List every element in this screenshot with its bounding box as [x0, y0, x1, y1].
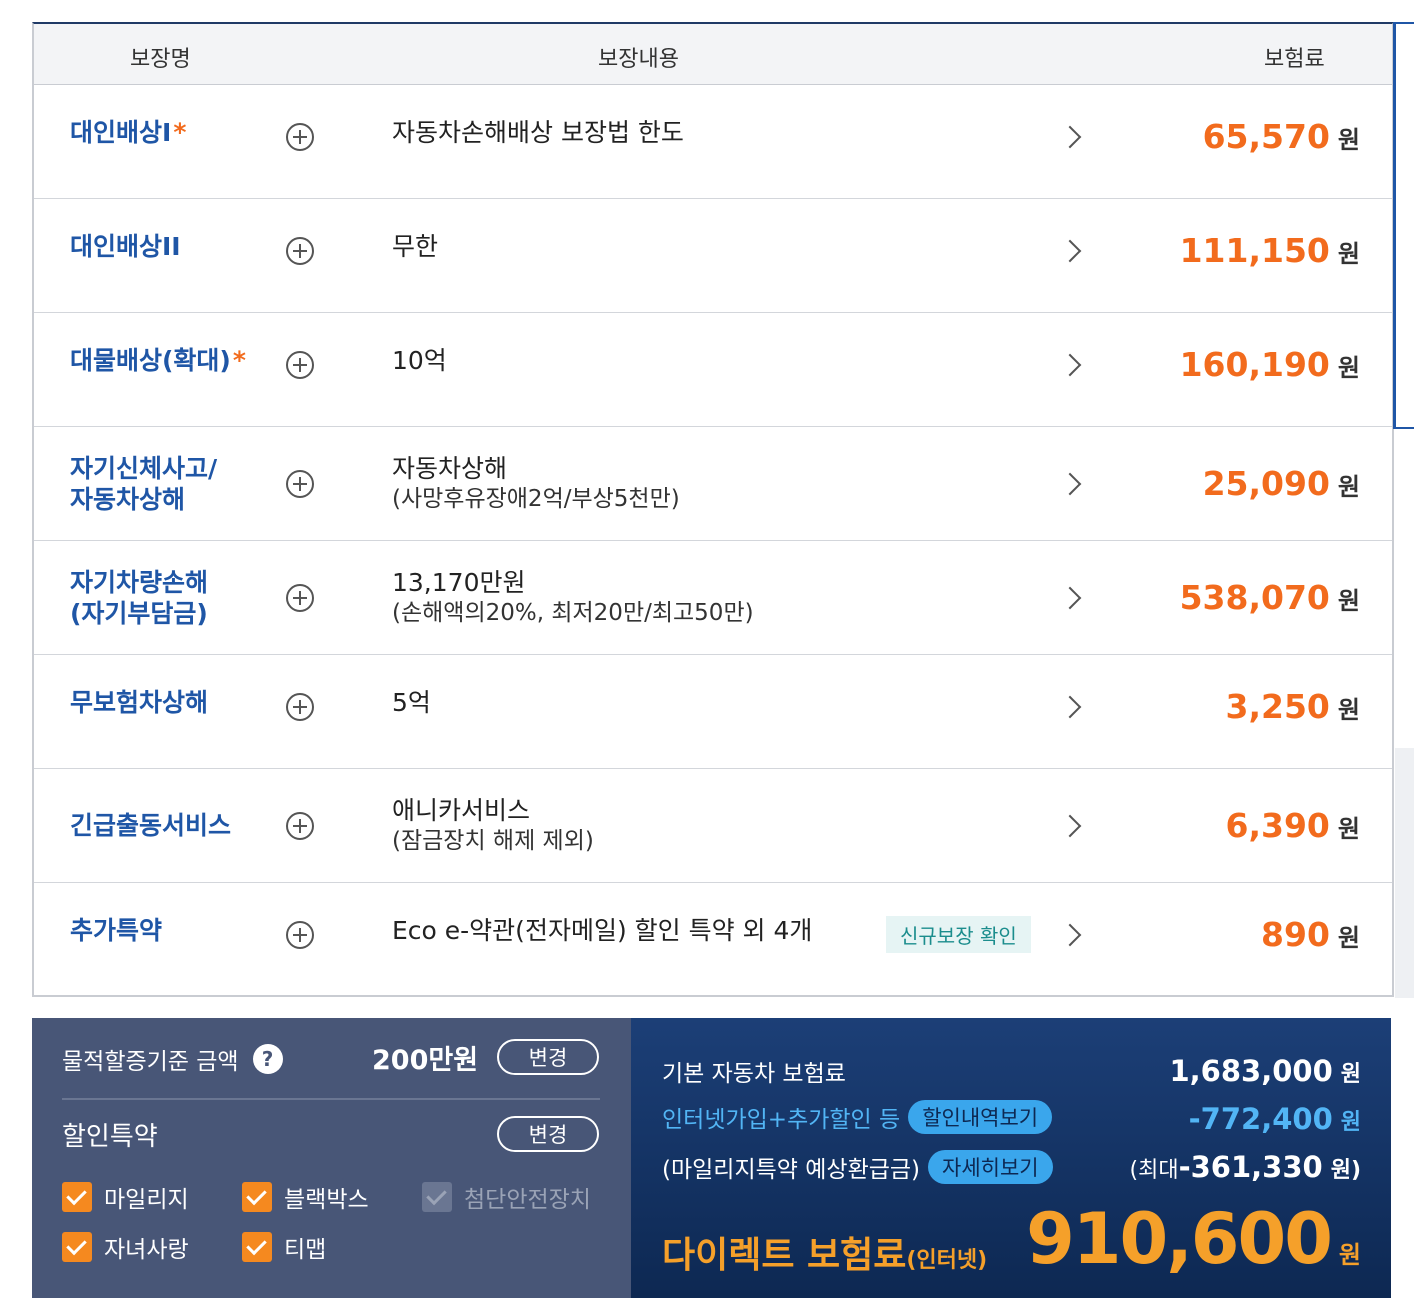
premium-amount: 890 원	[1261, 915, 1360, 954]
discount-change-button[interactable]: 변경	[497, 1116, 599, 1152]
expand-plus-icon[interactable]	[286, 123, 314, 151]
chevron-right-icon[interactable]	[1058, 125, 1082, 149]
checkbox-tmap[interactable]: 티맵	[242, 1230, 326, 1264]
threshold-label: 물적할증기준 금액 ?	[62, 1042, 283, 1076]
expand-plus-icon[interactable]	[286, 812, 314, 840]
mileage-details-button[interactable]: 자세히보기	[928, 1150, 1053, 1184]
coverage-name[interactable]: 추가특약	[70, 883, 280, 997]
checkbox-blackbox[interactable]: 블랙박스	[242, 1180, 369, 1214]
header-coverage-content: 보장내용	[598, 47, 679, 72]
chevron-right-icon[interactable]	[1058, 586, 1082, 610]
premium-amount: 111,150 원	[1179, 231, 1360, 270]
checkbox-child-love[interactable]: 자녀사랑	[62, 1230, 189, 1264]
table-row[interactable]: 대인배상I * 자동차손해배상 보장법 한도 65,570 원	[34, 85, 1392, 199]
expand-plus-icon[interactable]	[286, 584, 314, 612]
table-row[interactable]: 자기신체사고/자동차상해 자동차상해 (사망후유장애2억/부상5천만) 25,09…	[34, 427, 1392, 541]
checkbox-checked-icon	[422, 1182, 452, 1212]
premium-amount: 6,390 원	[1225, 806, 1360, 845]
mileage-refund-label: (마일리지특약 예상환급금) 자세히보기	[662, 1150, 1053, 1184]
premium-summary-panel: 기본 자동차 보험료 1,683,000 원 인터넷가입+추가할인 등 할인내역보…	[631, 1018, 1391, 1298]
help-icon[interactable]: ?	[252, 1044, 283, 1074]
premium-amount: 25,090 원	[1202, 464, 1360, 503]
chevron-right-icon[interactable]	[1058, 923, 1082, 947]
base-premium-label: 기본 자동차 보험료	[662, 1061, 846, 1087]
checkbox-advanced-safety: 첨단안전장치	[422, 1180, 591, 1214]
header-premium: 보험료	[1264, 47, 1325, 72]
discount-title: 할인특약	[62, 1122, 158, 1152]
mileage-refund-value: (최대 -361,330 원)	[1129, 1150, 1362, 1184]
coverage-name[interactable]: 대인배상II	[70, 199, 280, 312]
coverage-name[interactable]: 무보험차상해	[70, 655, 280, 768]
expand-plus-icon[interactable]	[286, 470, 314, 498]
expand-plus-icon[interactable]	[286, 921, 314, 949]
divider	[62, 1098, 600, 1100]
table-row[interactable]: 대물배상(확대) * 10억 160,190 원	[34, 313, 1392, 427]
coverage-name[interactable]: 대물배상(확대) *	[70, 313, 280, 426]
table-header: 보장명 보장내용 보험료	[34, 24, 1392, 85]
chevron-right-icon[interactable]	[1058, 472, 1082, 496]
expand-plus-icon[interactable]	[286, 351, 314, 379]
header-coverage-name: 보장명	[130, 47, 191, 72]
coverage-content: 10억	[392, 346, 447, 375]
coverage-table: 보장명 보장내용 보험료 대인배상I * 자동차손해배상 보장법 한도 65,57…	[32, 22, 1394, 997]
table-row[interactable]: 긴급출동서비스 애니카서비스 (잠금장치 해제 제외) 6,390 원	[34, 769, 1392, 883]
expand-plus-icon[interactable]	[286, 693, 314, 721]
coverage-content: 13,170만원 (손해액의20%, 최저20만/최고50만)	[392, 567, 754, 626]
coverage-content: 애니카서비스 (잠금장치 해제 제외)	[392, 795, 594, 854]
side-tab-indicator	[1393, 22, 1414, 429]
checkbox-mileage[interactable]: 마일리지	[62, 1180, 189, 1214]
discount-label: 인터넷가입+추가할인 등 할인내역보기	[662, 1100, 1053, 1134]
threshold-change-button[interactable]: 변경	[497, 1039, 599, 1075]
coverage-content: 무한	[392, 232, 439, 261]
chevron-right-icon[interactable]	[1058, 239, 1082, 263]
base-premium-value: 1,683,000 원	[1169, 1054, 1361, 1088]
checkbox-checked-icon[interactable]	[62, 1182, 92, 1212]
coverage-content: 5억	[392, 688, 431, 717]
table-row[interactable]: 대인배상II 무한 111,150 원	[34, 199, 1392, 313]
table-row[interactable]: 무보험차상해 5억 3,250 원	[34, 655, 1392, 769]
coverage-content: Eco e-약관(전자메일) 할인 특약 외 4개	[392, 916, 813, 945]
coverage-name[interactable]: 긴급출동서비스	[70, 769, 280, 882]
new-coverage-badge[interactable]: 신규보장 확인	[886, 916, 1031, 953]
coverage-name[interactable]: 자기차량손해 (자기부담금)	[70, 541, 280, 654]
chevron-right-icon[interactable]	[1058, 695, 1082, 719]
coverage-name[interactable]: 대인배상I *	[70, 85, 280, 198]
chevron-right-icon[interactable]	[1058, 353, 1082, 377]
premium-amount: 538,070 원	[1179, 578, 1360, 617]
checkbox-checked-icon[interactable]	[62, 1232, 92, 1262]
premium-amount: 65,570 원	[1202, 117, 1360, 156]
threshold-value: 200만원	[372, 1045, 479, 1076]
checkbox-checked-icon[interactable]	[242, 1232, 272, 1262]
side-scroll-track	[1395, 748, 1414, 998]
coverage-name[interactable]: 자기신체사고/자동차상해	[70, 427, 280, 540]
coverage-content: 자동차손해배상 보장법 한도	[392, 118, 684, 147]
premium-amount: 3,250 원	[1225, 687, 1360, 726]
chevron-right-icon[interactable]	[1058, 814, 1082, 838]
checkbox-checked-icon[interactable]	[242, 1182, 272, 1212]
table-row[interactable]: 자기차량손해 (자기부담금) 13,170만원 (손해액의20%, 최저20만/최고…	[34, 541, 1392, 655]
coverage-content: 자동차상해 (사망후유장애2억/부상5천만)	[392, 453, 680, 512]
discount-options-panel: 물적할증기준 금액 ? 200만원 변경 할인특약 변경 마일리지 블랙박스 첨…	[32, 1018, 631, 1298]
table-row[interactable]: 추가특약 Eco e-약관(전자메일) 할인 특약 외 4개 신규보장 확인 8…	[34, 883, 1392, 997]
premium-amount: 160,190 원	[1179, 345, 1360, 384]
discount-value: -772,400 원	[1188, 1102, 1361, 1136]
direct-premium-total: 910,600 원	[1026, 1198, 1361, 1280]
expand-plus-icon[interactable]	[286, 237, 314, 265]
discount-details-button[interactable]: 할인내역보기	[908, 1100, 1053, 1134]
direct-premium-label: 다이렉트 보험료(인터넷)	[662, 1235, 988, 1276]
